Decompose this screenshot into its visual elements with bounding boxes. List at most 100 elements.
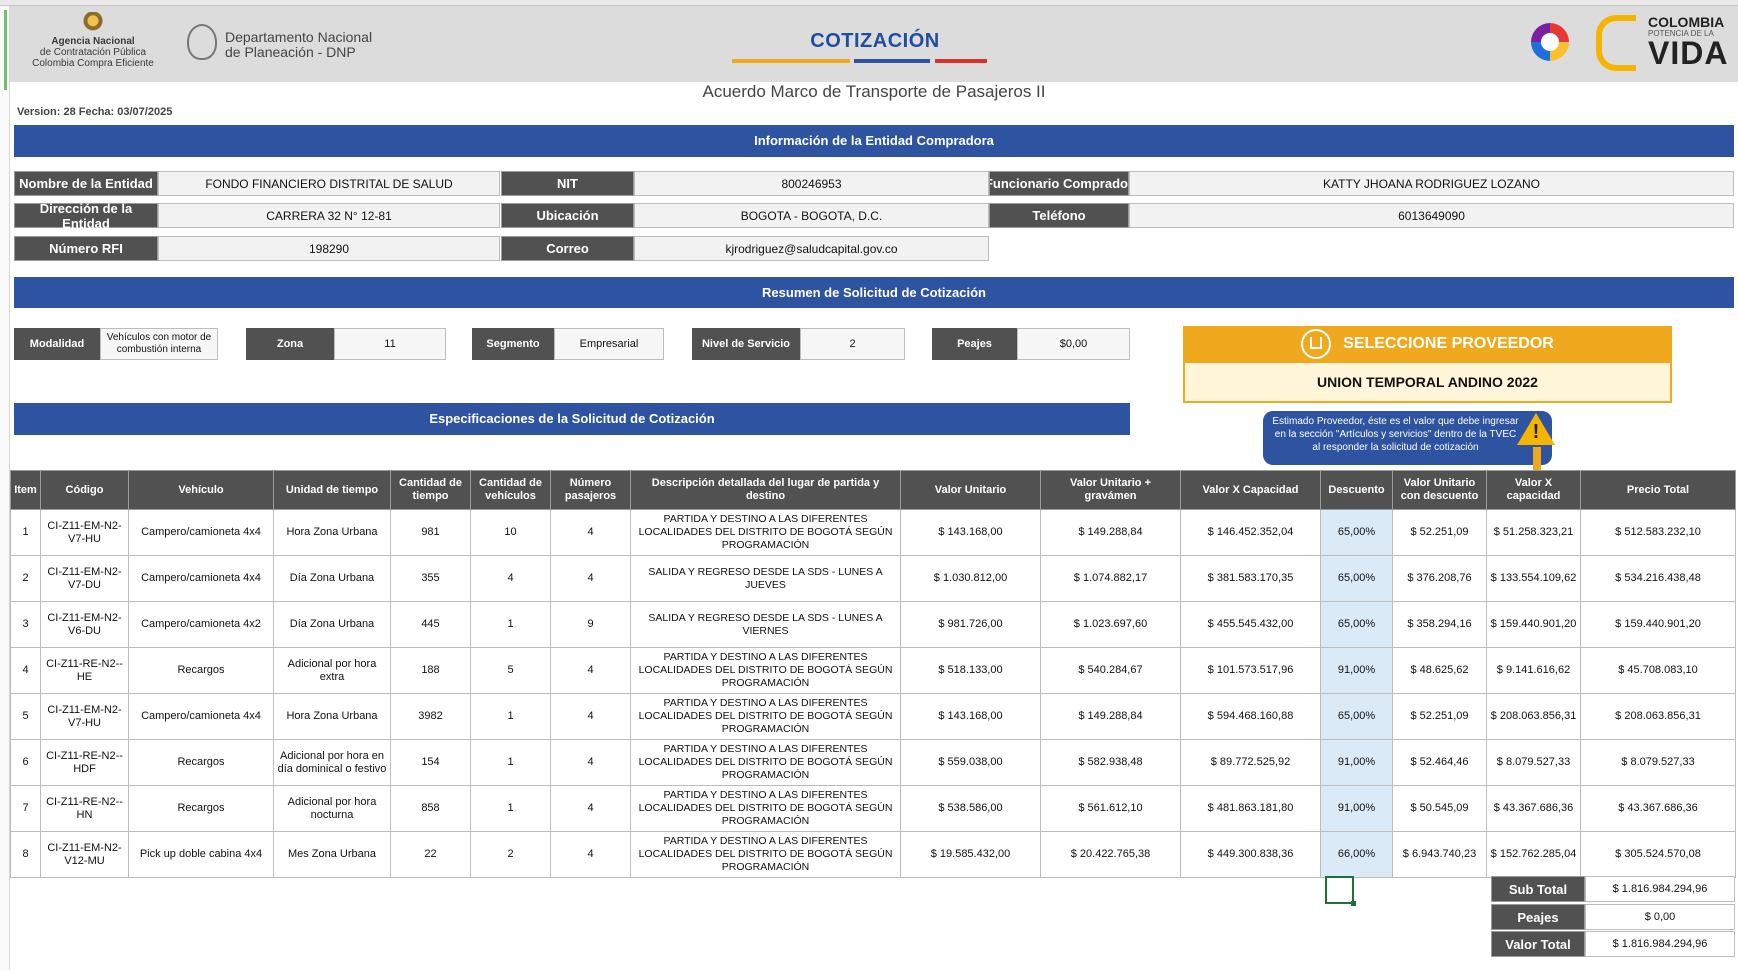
cell-valor-unitario[interactable]: $ 538.586,00 — [900, 785, 1041, 832]
cell-codigo[interactable]: CI-Z11-RE-N2--HE — [40, 647, 129, 694]
cell-descuento[interactable]: 91,00% — [1320, 785, 1393, 832]
cell-valor-gravamen[interactable]: $ 561.612,10 — [1040, 785, 1181, 832]
cell-precio-total[interactable]: $ 45.708.083,10 — [1580, 647, 1736, 694]
cell-item[interactable]: 4 — [10, 647, 41, 694]
cell-vehiculo[interactable]: Pick up doble cabina 4x4 — [128, 831, 274, 878]
cell-cantidad-tiempo[interactable]: 445 — [390, 601, 471, 648]
field-direccion[interactable]: CARRERA 32 N° 12-81 — [158, 203, 500, 228]
cell-cantidad-tiempo[interactable]: 154 — [390, 739, 471, 786]
cell-valor-capacidad[interactable]: $ 146.452.352,04 — [1180, 509, 1321, 556]
cell-valor-descuento[interactable]: $ 52.251,09 — [1392, 693, 1487, 740]
cell-valor-unitario[interactable]: $ 143.168,00 — [900, 693, 1041, 740]
field-nombre-entidad[interactable]: FONDO FINANCIERO DISTRITAL DE SALUD — [158, 171, 500, 196]
cell-valor-descuento[interactable]: $ 50.545,09 — [1392, 785, 1487, 832]
cell-valor-capacidad-descuento[interactable]: $ 43.367.686,36 — [1486, 785, 1581, 832]
cell-descripcion[interactable]: PARTIDA Y DESTINO A LAS DIFERENTES LOCAL… — [630, 647, 901, 694]
col-header[interactable]: Cantidad de tiempo — [390, 470, 471, 510]
cell-numero-pasajeros[interactable]: 9 — [550, 601, 631, 648]
field-nit[interactable]: 800246953 — [634, 171, 989, 196]
cell-valor-descuento[interactable]: $ 52.464,46 — [1392, 739, 1487, 786]
cell-cantidad-vehiculos[interactable]: 1 — [470, 693, 551, 740]
cell-cantidad-vehiculos[interactable]: 1 — [470, 739, 551, 786]
cell-numero-pasajeros[interactable]: 4 — [550, 739, 631, 786]
col-header[interactable]: Valor X Capacidad — [1180, 470, 1321, 510]
cell-valor-capacidad-descuento[interactable]: $ 208.063.856,31 — [1486, 693, 1581, 740]
cell-descripcion[interactable]: SALIDA Y REGRESO DESDE LA SDS - LUNES A … — [630, 601, 901, 648]
cell-cantidad-vehiculos[interactable]: 1 — [470, 785, 551, 832]
cell-unidad-tiempo[interactable]: Mes Zona Urbana — [273, 831, 391, 878]
cell-cantidad-tiempo[interactable]: 188 — [390, 647, 471, 694]
cell-valor-gravamen[interactable]: $ 1.023.697,60 — [1040, 601, 1181, 648]
cell-valor-gravamen[interactable]: $ 20.422.765,38 — [1040, 831, 1181, 878]
cell-codigo[interactable]: CI-Z11-EM-N2-V6-DU — [40, 601, 129, 648]
cell-valor-capacidad-descuento[interactable]: $ 152.762.285,04 — [1486, 831, 1581, 878]
cell-item[interactable]: 6 — [10, 739, 41, 786]
cell-cantidad-tiempo[interactable]: 858 — [390, 785, 471, 832]
cell-cantidad-vehiculos[interactable]: 5 — [470, 647, 551, 694]
cell-descuento[interactable]: 65,00% — [1320, 509, 1393, 556]
col-header[interactable]: Unidad de tiempo — [273, 470, 391, 510]
cell-cantidad-tiempo[interactable]: 981 — [390, 509, 471, 556]
cell-vehiculo[interactable]: Campero/camioneta 4x2 — [128, 601, 274, 648]
cell-valor-unitario[interactable]: $ 1.030.812,00 — [900, 555, 1041, 602]
field-zona[interactable]: 11 — [334, 328, 446, 360]
cell-cantidad-vehiculos[interactable]: 4 — [470, 555, 551, 602]
cell-vehiculo[interactable]: Campero/camioneta 4x4 — [128, 555, 274, 602]
col-header[interactable]: Valor X capacidad — [1486, 470, 1581, 510]
field-ubicacion[interactable]: BOGOTA - BOGOTA, D.C. — [634, 203, 989, 228]
cell-descripcion[interactable]: SALIDA Y REGRESO DESDE LA SDS - LUNES A … — [630, 555, 901, 602]
cell-item[interactable]: 1 — [10, 509, 41, 556]
cell-vehiculo[interactable]: Recargos — [128, 739, 274, 786]
cell-valor-capacidad[interactable]: $ 481.863.181,80 — [1180, 785, 1321, 832]
field-segmento[interactable]: Empresarial — [554, 328, 664, 360]
col-header[interactable]: Descripción detallada del lugar de parti… — [630, 470, 901, 510]
cell-cantidad-vehiculos[interactable]: 2 — [470, 831, 551, 878]
cell-unidad-tiempo[interactable]: Adicional por hora en día dominical o fe… — [273, 739, 391, 786]
field-correo[interactable]: kjrodriguez@saludcapital.gov.co — [634, 236, 989, 261]
cell-cantidad-vehiculos[interactable]: 1 — [470, 601, 551, 648]
cell-valor-descuento[interactable]: $ 52.251,09 — [1392, 509, 1487, 556]
cell-item[interactable]: 5 — [10, 693, 41, 740]
cell-valor-gravamen[interactable]: $ 149.288,84 — [1040, 509, 1181, 556]
cell-unidad-tiempo[interactable]: Día Zona Urbana — [273, 601, 391, 648]
cell-numero-pasajeros[interactable]: 4 — [550, 785, 631, 832]
field-funcionario[interactable]: KATTY JHOANA RODRIGUEZ LOZANO — [1129, 171, 1734, 196]
cell-unidad-tiempo[interactable]: Adicional por hora extra — [273, 647, 391, 694]
col-header[interactable]: Valor Unitario con descuento — [1392, 470, 1487, 510]
cell-unidad-tiempo[interactable]: Hora Zona Urbana — [273, 509, 391, 556]
provider-select[interactable]: UNION TEMPORAL ANDINO 2022 — [1183, 361, 1672, 403]
field-telefono[interactable]: 6013649090 — [1129, 203, 1734, 228]
col-header[interactable]: Precio Total — [1580, 470, 1736, 510]
col-header[interactable]: Código — [40, 470, 129, 510]
cell-descuento[interactable]: 65,00% — [1320, 555, 1393, 602]
cell-valor-capacidad[interactable]: $ 594.468.160,88 — [1180, 693, 1321, 740]
cell-valor-unitario[interactable]: $ 19.585.432,00 — [900, 831, 1041, 878]
cell-descuento[interactable]: 91,00% — [1320, 647, 1393, 694]
cell-valor-unitario[interactable]: $ 143.168,00 — [900, 509, 1041, 556]
field-nivel-servicio[interactable]: 2 — [800, 328, 905, 360]
cell-numero-pasajeros[interactable]: 4 — [550, 831, 631, 878]
cell-valor-unitario[interactable]: $ 518.133,00 — [900, 647, 1041, 694]
cell-precio-total[interactable]: $ 512.583.232,10 — [1580, 509, 1736, 556]
cell-cantidad-tiempo[interactable]: 3982 — [390, 693, 471, 740]
cell-valor-descuento[interactable]: $ 6.943.740,23 — [1392, 831, 1487, 878]
cell-descuento[interactable]: 65,00% — [1320, 601, 1393, 648]
cell-valor-capacidad-descuento[interactable]: $ 9.141.616,62 — [1486, 647, 1581, 694]
cell-descripcion[interactable]: PARTIDA Y DESTINO A LAS DIFERENTES LOCAL… — [630, 739, 901, 786]
cell-unidad-tiempo[interactable]: Adicional por hora nocturna — [273, 785, 391, 832]
cell-valor-capacidad-descuento[interactable]: $ 51.258.323,21 — [1486, 509, 1581, 556]
cell-item[interactable]: 7 — [10, 785, 41, 832]
cell-valor-capacidad-descuento[interactable]: $ 8.079.527,33 — [1486, 739, 1581, 786]
cell-numero-pasajeros[interactable]: 4 — [550, 555, 631, 602]
cell-codigo[interactable]: CI-Z11-EM-N2-V7-HU — [40, 509, 129, 556]
cell-unidad-tiempo[interactable]: Día Zona Urbana — [273, 555, 391, 602]
cell-item[interactable]: 2 — [10, 555, 41, 602]
cell-descuento[interactable]: 66,00% — [1320, 831, 1393, 878]
cell-precio-total[interactable]: $ 43.367.686,36 — [1580, 785, 1736, 832]
cell-valor-unitario[interactable]: $ 981.726,00 — [900, 601, 1041, 648]
cell-codigo[interactable]: CI-Z11-EM-N2-V7-DU — [40, 555, 129, 602]
cell-numero-pasajeros[interactable]: 4 — [550, 647, 631, 694]
cell-vehiculo[interactable]: Recargos — [128, 785, 274, 832]
field-numero-rfi[interactable]: 198290 — [158, 236, 500, 261]
col-header[interactable]: Vehículo — [128, 470, 274, 510]
